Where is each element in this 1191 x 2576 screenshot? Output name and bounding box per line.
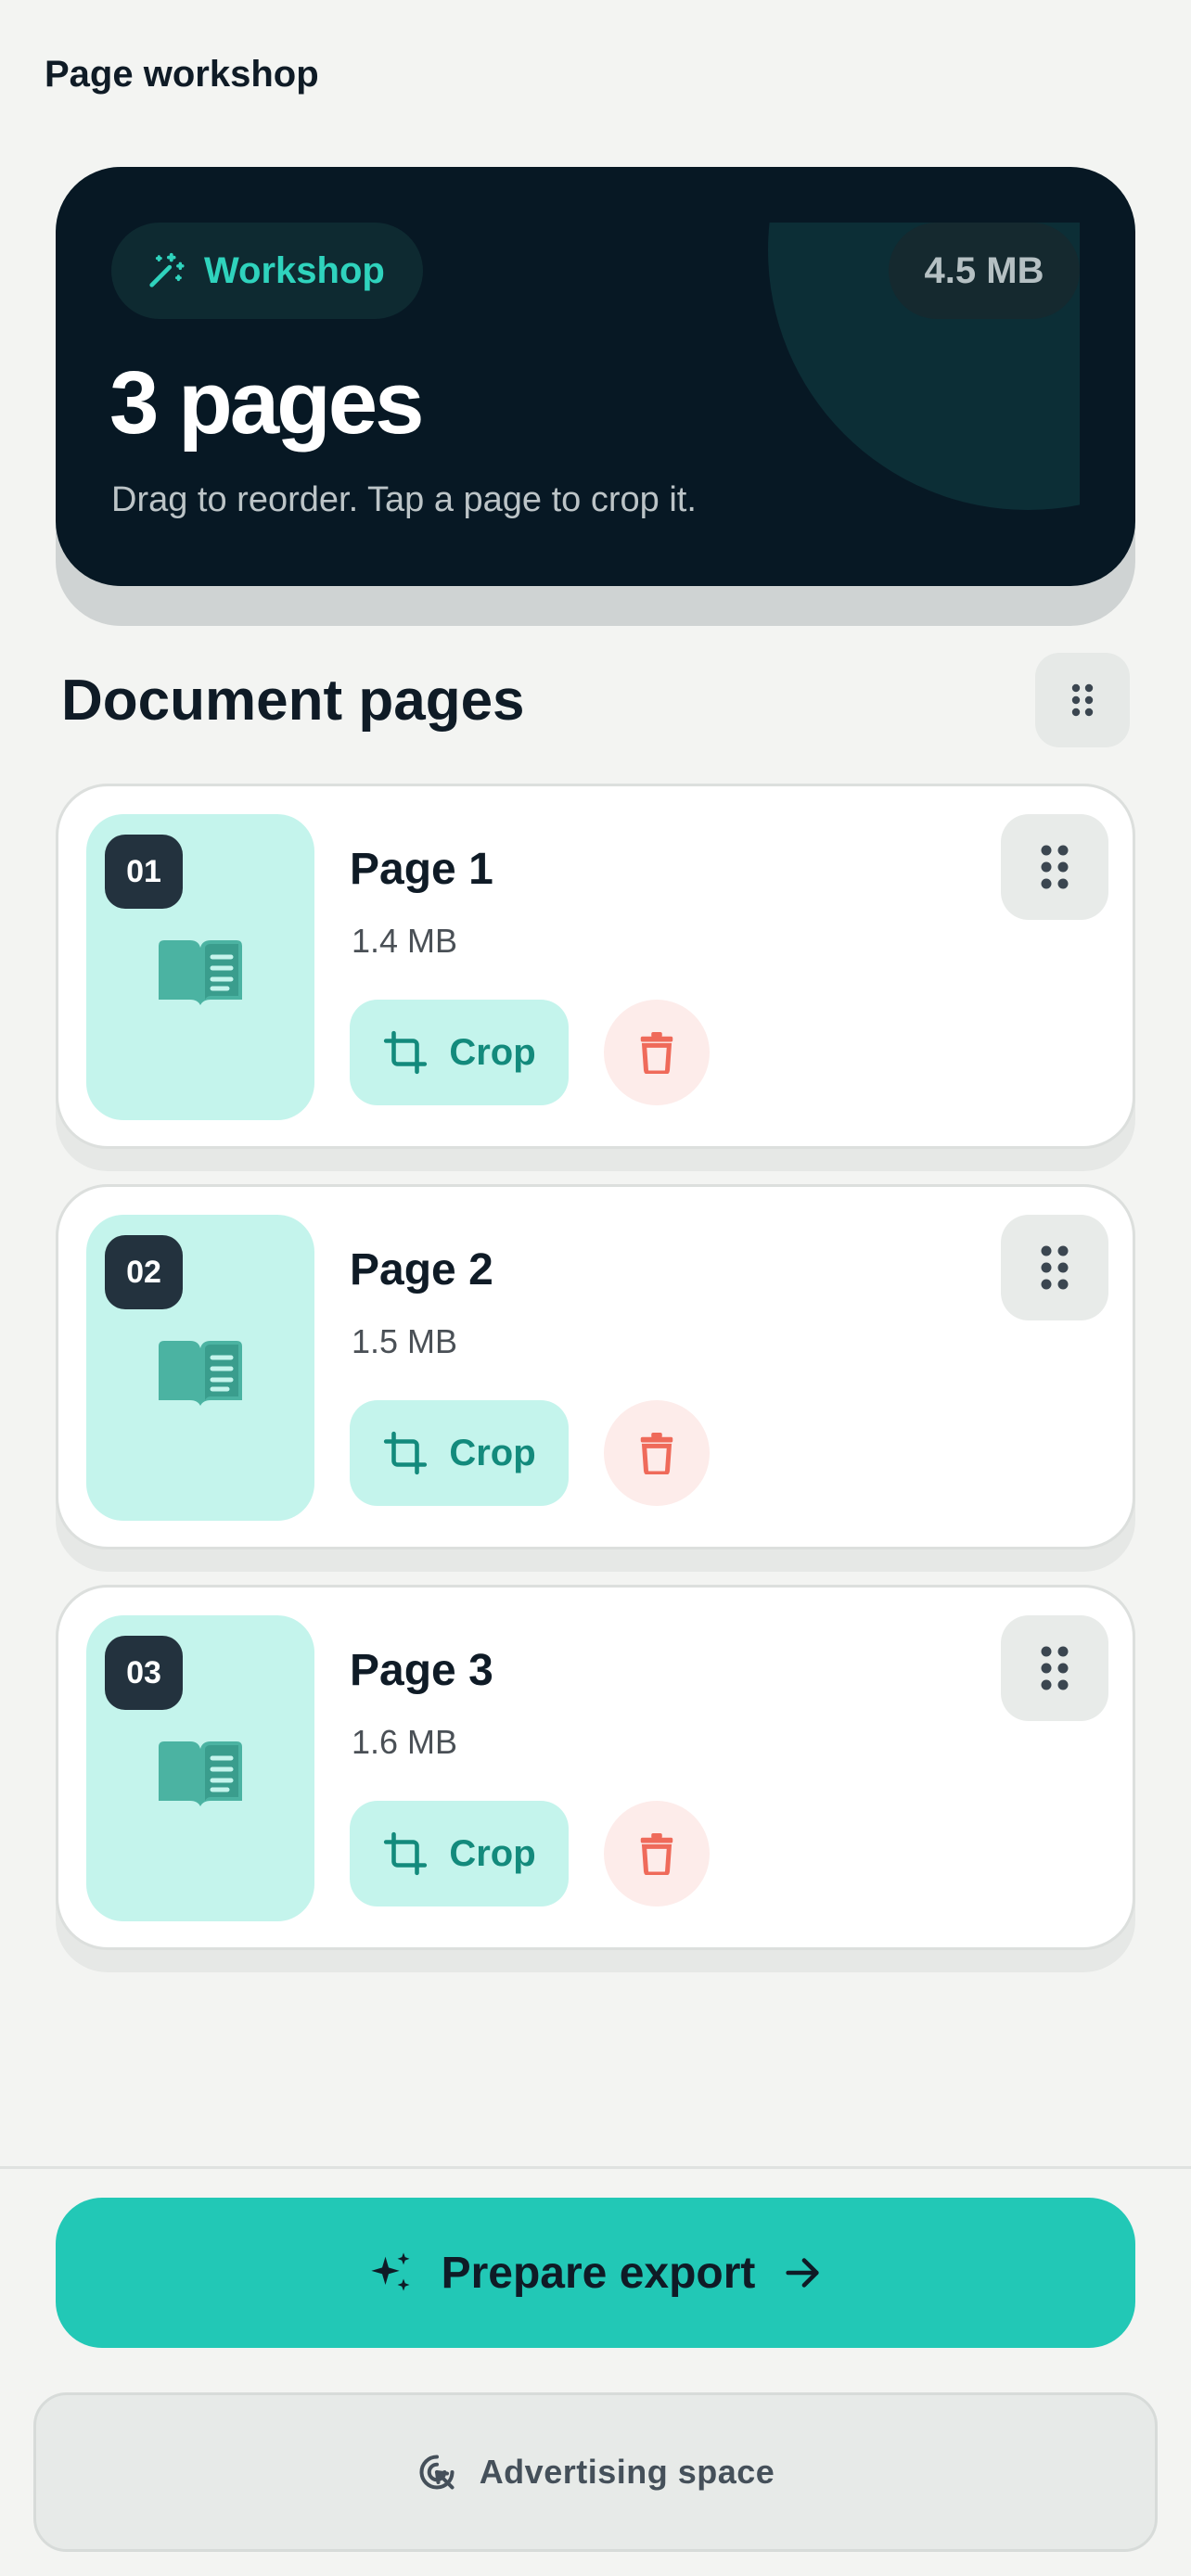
delete-button[interactable] [604,1400,710,1506]
advertising-banner[interactable]: Advertising space [33,2392,1158,2552]
trash-icon [640,1031,673,1074]
page-card-3[interactable]: 03 Page 3 1.6 MB Crop [56,1585,1135,1950]
book-icon [159,1741,242,1806]
page-card-2[interactable]: 02 Page 2 1.5 MB Crop [56,1184,1135,1549]
delete-button[interactable] [604,1801,710,1906]
page-number-badge: 01 [105,835,183,909]
drag-handle-icon [1041,845,1069,889]
drag-handle[interactable] [1001,814,1108,920]
arrow-right-icon [786,2258,820,2288]
page-name: Page 2 [350,1245,493,1294]
drag-handle-icon [1041,1646,1069,1690]
crop-icon [384,1030,428,1075]
advertising-label: Advertising space [479,2453,775,2491]
page-name: Page 1 [350,845,493,894]
prepare-export-button[interactable]: Prepare export [56,2198,1135,2348]
grid-dots-icon [1071,683,1094,717]
bottom-divider [0,2166,1191,2169]
workshop-chip: Workshop [111,223,423,319]
crop-button[interactable]: Crop [350,1000,569,1105]
crop-icon [384,1831,428,1876]
crop-button[interactable]: Crop [350,1801,569,1906]
delete-button[interactable] [604,1000,710,1105]
trash-icon [640,1832,673,1875]
crop-label: Crop [449,1432,536,1473]
drag-handle[interactable] [1001,1215,1108,1320]
page-thumbnail[interactable]: 03 [86,1615,314,1921]
crop-label: Crop [449,1832,536,1874]
hero-instructions: Drag to reorder. Tap a page to crop it. [111,480,697,519]
page-name: Page 3 [350,1646,493,1695]
book-icon [159,1341,242,1406]
page-thumbnail[interactable]: 01 [86,814,314,1120]
ad-click-icon [419,2455,455,2490]
prepare-export-label: Prepare export [441,2248,756,2298]
page-file-size: 1.5 MB [352,1322,458,1360]
section-title: Document pages [61,669,525,733]
page-number-badge: 03 [105,1636,183,1710]
sparkles-icon [370,2252,410,2291]
workshop-chip-label: Workshop [204,249,385,291]
page-thumbnail[interactable]: 02 [86,1215,314,1521]
hero-summary-card: Workshop 4.5 MB 3 pages Drag to reorder.… [56,167,1135,586]
total-size-badge: 4.5 MB [889,223,1080,319]
book-icon [159,940,242,1005]
page-card-1[interactable]: 01 Page 1 1.4 MB Crop [56,784,1135,1149]
page-number-badge: 02 [105,1235,183,1309]
magic-wand-icon [145,249,187,292]
page-title: Page workshop [45,54,319,95]
crop-button[interactable]: Crop [350,1400,569,1506]
page-count: 3 pages [109,353,425,453]
crop-icon [384,1431,428,1475]
layout-toggle-button[interactable] [1035,653,1130,747]
drag-handle-icon [1041,1245,1069,1290]
crop-label: Crop [449,1031,536,1073]
trash-icon [640,1432,673,1474]
page-file-size: 1.6 MB [352,1723,458,1761]
drag-handle[interactable] [1001,1615,1108,1721]
page-file-size: 1.4 MB [352,922,458,960]
